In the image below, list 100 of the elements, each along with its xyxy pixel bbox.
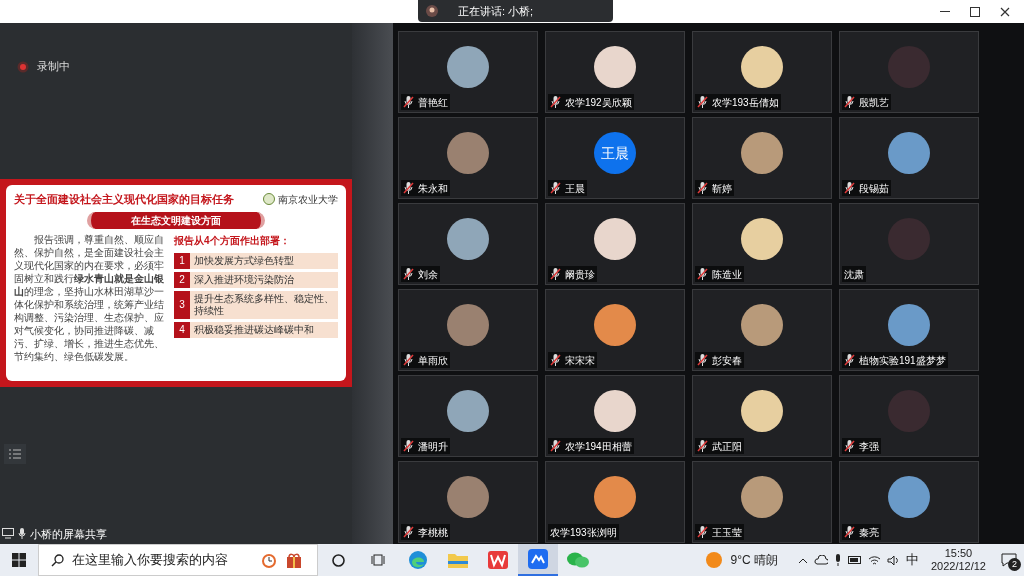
meeting-app-icon — [528, 549, 548, 569]
avatar-photo-placeholder — [594, 390, 636, 432]
gift-icon — [286, 551, 302, 569]
participant-name: 陈造业 — [712, 267, 742, 282]
slide-subtitle: 报告从4个方面作出部署： — [174, 233, 291, 248]
w-letter-icon — [488, 551, 508, 569]
search-icon — [51, 553, 64, 567]
participant-name: 潘明升 — [418, 439, 448, 454]
notification-count: 2 — [1008, 558, 1021, 571]
participant-name: 植物实验191盛梦梦 — [859, 353, 946, 368]
chat-bubbles-icon — [567, 551, 589, 569]
slide-paragraph: 报告强调，尊重自然、顺应自然、保护自然，是全面建设社会主义现代化国家的内在要求，必须牢固树立和践行绿水青山就是金山银山的理念，坚持山水林田湖草沙一体化保护和系统治理，统筹产业结构调整、污染治理、生态保护、应对气候变化，协同推进降碳、减污、扩绿、增长，推进生态优先、节约集约、绿色低碳发展。 — [14, 232, 165, 363]
avatar-photo-placeholder — [447, 218, 489, 260]
participant-name: 农学192吴欣颖 — [565, 95, 632, 110]
meeting-app-button[interactable] — [518, 544, 558, 576]
folder-icon — [448, 552, 468, 568]
item-text: 积极稳妥推进碳达峰碳中和 — [193, 322, 315, 337]
avatar-photo-placeholder — [594, 46, 636, 88]
input-method-indicator[interactable]: 中 — [905, 550, 919, 570]
participant-name: 靳婷 — [712, 181, 732, 196]
avatar-photo-placeholder — [594, 218, 636, 260]
search-input[interactable]: 在这里输入你要搜索的内容 — [72, 550, 252, 570]
avatar-photo-placeholder — [447, 46, 489, 88]
recording-label: 录制中 — [37, 59, 70, 75]
participant-name: 普艳红 — [418, 95, 448, 110]
clock-time: 15:50 — [944, 547, 973, 560]
participant-name: 农学193张浏明 — [550, 525, 617, 540]
participant-name: 李强 — [859, 439, 879, 454]
avatar-photo-placeholder — [888, 218, 930, 260]
participant-name: 单雨欣 — [418, 353, 448, 368]
avatar-photo-placeholder — [888, 304, 930, 346]
avatar-photo-placeholder — [741, 390, 783, 432]
notification-button[interactable]: 2 — [994, 544, 1024, 576]
participant-name: 农学193岳倩如 — [712, 95, 779, 110]
participant-name: 宋宋宋 — [565, 353, 595, 368]
windows-icon — [12, 553, 26, 567]
task-view-icon — [371, 553, 385, 567]
item-number: 2 — [174, 271, 190, 288]
avatar-photo-placeholder — [447, 304, 489, 346]
cloud-icon — [813, 555, 828, 565]
avatar-photo-placeholder — [741, 132, 783, 174]
item-number: 4 — [174, 321, 190, 338]
participant-name: 朱永和 — [418, 181, 448, 196]
close-icon — [1000, 6, 1010, 17]
avatar-photo-placeholder — [741, 46, 783, 88]
microphone-icon — [833, 554, 842, 566]
slide-title: 关于全面建设社会主义现代化国家的目标任务 — [14, 192, 234, 207]
avatar-photo-placeholder — [594, 476, 636, 518]
participant-name: 阚贵珍 — [565, 267, 595, 282]
participant-name: 李桃桃 — [418, 525, 448, 540]
avatar-photo-placeholder — [888, 390, 930, 432]
screen-icon — [2, 528, 14, 540]
avatar-photo-placeholder — [447, 132, 489, 174]
notification-icon — [1001, 553, 1017, 567]
taskbar-search-field[interactable]: 在这里输入你要搜索的内容 — [38, 544, 318, 576]
item-number: 1 — [174, 252, 190, 269]
item-text: 深入推进环境污染防治 — [193, 272, 295, 287]
item-text: 加快发展方式绿色转型 — [193, 253, 295, 268]
recording-icon — [17, 60, 29, 73]
avatar-photo-placeholder — [888, 132, 930, 174]
alarm-clock-icon — [260, 551, 278, 569]
avatar-photo-placeholder — [447, 476, 489, 518]
microphone-icon — [18, 528, 26, 540]
maximize-icon — [970, 6, 980, 17]
participant-name: 段锡茹 — [859, 181, 889, 196]
item-text: 提升生态系统多样性、稳定性、持续性 — [193, 291, 335, 318]
section-banner: 在生态文明建设方面 — [87, 211, 265, 229]
avatar-icon — [426, 5, 438, 17]
avatar-photo-placeholder — [594, 304, 636, 346]
participant-name: 秦亮 — [859, 525, 879, 540]
browser-icon — [408, 550, 428, 570]
participant-name: 武正阳 — [712, 439, 742, 454]
weather-text: 9°C 晴朗 — [730, 552, 778, 569]
avatar-photo-placeholder — [741, 476, 783, 518]
participant-name: 王玉莹 — [712, 525, 742, 540]
battery-icon — [847, 555, 862, 565]
participant-name: 刘余 — [418, 267, 438, 282]
chevron-up-icon — [797, 556, 808, 564]
list-icon — [9, 449, 21, 459]
participant-name: 农学194田相蕾 — [565, 439, 632, 454]
participant-name: 王晨 — [565, 181, 585, 196]
avatar-photo-placeholder — [447, 390, 489, 432]
wifi-icon — [867, 554, 881, 566]
speaking-text: 正在讲话: 小桥; — [458, 3, 534, 19]
avatar-photo-placeholder — [888, 476, 930, 518]
list-button[interactable] — [4, 444, 26, 464]
circle-icon — [331, 553, 345, 567]
minimize-icon — [940, 10, 950, 13]
university-logo: 南京农业大学 — [263, 191, 338, 207]
participant-name: 沈肃 — [844, 267, 864, 282]
speaker-icon — [886, 554, 900, 566]
participant-name: 殷凯艺 — [859, 95, 889, 110]
avatar-photo-placeholder — [741, 304, 783, 346]
screen-share-label: 小桥的屏幕共享 — [30, 526, 107, 542]
item-number: 3 — [174, 290, 190, 319]
participant-name: 彭安春 — [712, 353, 742, 368]
maximize-button[interactable] — [968, 4, 982, 19]
clock-date: 2022/12/12 — [930, 560, 986, 573]
avatar-photo-placeholder — [888, 46, 930, 88]
sun-icon — [706, 552, 723, 568]
